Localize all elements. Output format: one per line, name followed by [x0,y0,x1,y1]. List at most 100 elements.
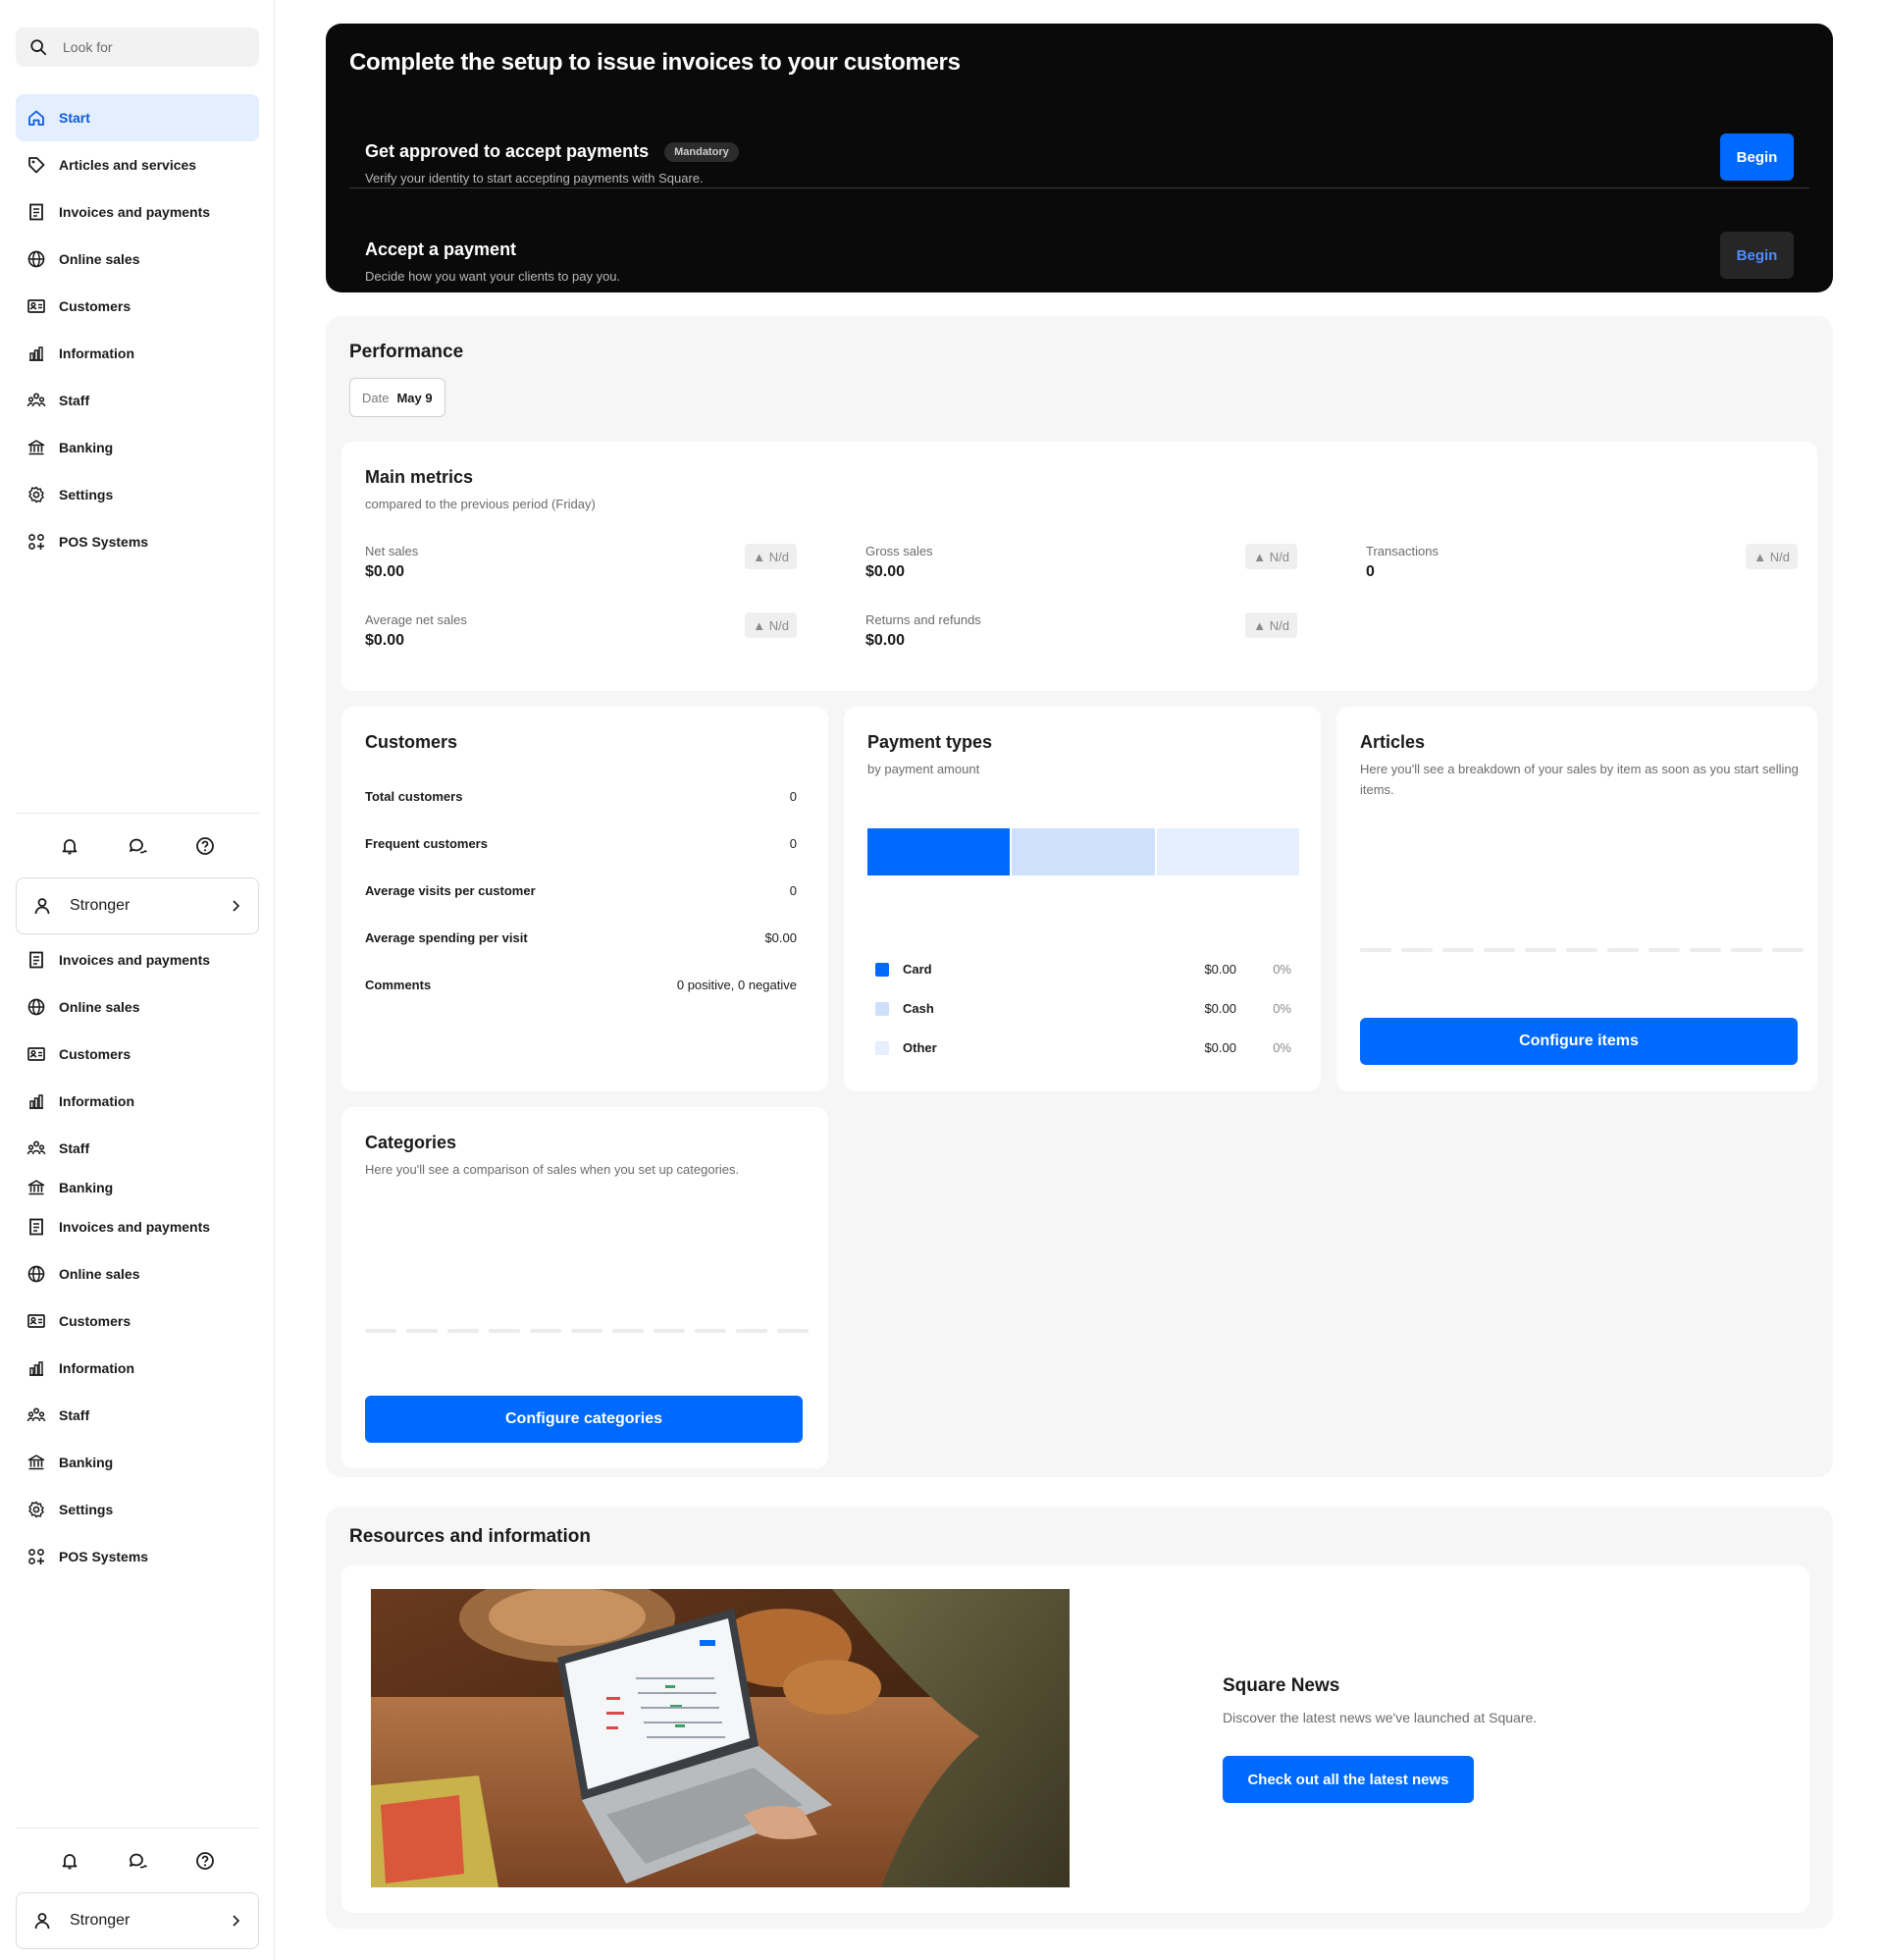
sidebar-utility-row [16,1841,259,1881]
search-placeholder[interactable]: Look for [63,39,113,55]
sidebar-item-online-sales[interactable]: Online sales [16,983,259,1031]
sidebar-item-settings[interactable]: Settings [16,471,259,518]
sidebar-item-settings[interactable]: Settings [16,1486,259,1533]
user-name: Stronger [70,1912,131,1929]
sidebar-item-label: Settings [59,487,114,503]
customer-stat-row: Frequent customers 0 [365,836,797,851]
sidebar-item-label: Information [59,345,134,361]
bank-icon [26,437,47,458]
sidebar-item-label: Staff [59,393,90,408]
chat-icon [130,1853,147,1869]
help-button[interactable] [191,832,219,860]
begin-approval-button[interactable]: Begin [1720,133,1794,181]
legend-swatch [875,1040,889,1055]
legend-percent: 0% [1273,962,1291,977]
stat-value: 0 positive, 0 negative [676,978,797,992]
user-account-button[interactable]: Stronger [16,877,259,934]
setup-step-title: Get approved to accept payments [365,141,650,161]
card-subtitle: Here you'll see a breakdown of your sale… [1360,762,1799,797]
date-filter-label: Date [362,390,390,405]
bank-icon [26,1177,47,1198]
messages-button[interactable] [124,1847,151,1875]
legend-percent: 0% [1273,1040,1291,1055]
bar-segment-card [867,828,1011,875]
bank-icon [26,1452,47,1473]
sidebar-item-banking[interactable]: Banking [16,424,259,471]
card-subtitle: by payment amount [867,762,980,776]
date-filter[interactable]: Date May 9 [349,378,445,417]
sidebar-item-invoices-and-payments[interactable]: Invoices and payments [16,1203,259,1250]
sidebar-item-start[interactable]: Start [16,94,259,141]
sidebar-item-information[interactable]: Information [16,1078,259,1125]
news-card: Square News Discover the latest news we'… [341,1565,1809,1913]
configure-items-button[interactable]: Configure items [1360,1018,1798,1065]
sidebar-item-staff[interactable]: Staff [16,1125,259,1172]
chevron-right-icon [233,1915,240,1927]
sidebar-item-customers[interactable]: Customers [16,283,259,330]
sidebar-item-label: Articles and services [59,157,197,173]
sidebar-item-staff[interactable]: Staff [16,377,259,424]
configure-categories-button[interactable]: Configure categories [365,1396,803,1443]
sidebar-item-label: Invoices and payments [59,1219,211,1235]
sidebar-item-label: Start [59,110,90,126]
search-box[interactable]: Look for [16,27,259,67]
metric-value: $0.00 [865,632,906,649]
help-button[interactable] [191,1847,219,1875]
begin-payment-button[interactable]: Begin [1720,232,1794,279]
card-subtitle: Here you'll see a comparison of sales wh… [365,1162,740,1177]
sidebar-item-label: Online sales [59,999,140,1015]
main-metrics-card: Main metrics compared to the previous pe… [341,442,1817,691]
metric-value: $0.00 [365,632,405,649]
sidebar-item-label: Invoices and payments [59,204,211,220]
metric-label: Net sales [365,544,419,558]
sidebar-item-information[interactable]: Information [16,1345,259,1392]
sidebar-item-label: Banking [59,1455,114,1470]
news-subtitle: Discover the latest news we've launched … [1223,1710,1538,1725]
metric-value: $0.00 [865,563,906,580]
sidebar-item-label: Staff [59,1140,90,1156]
sidebar-nav-primary: Start Articles and services Invoices and p… [16,94,259,565]
user-icon [34,898,50,915]
contact-card-icon [26,1310,47,1332]
metric-label: Gross sales [865,544,933,558]
sidebar-item-customers[interactable]: Customers [16,1031,259,1078]
bar-chart-icon [26,343,47,364]
messages-button[interactable] [124,832,151,860]
news-photo [371,1589,1070,1887]
sidebar-item-label: POS Systems [59,1549,149,1564]
sidebar-item-label: Customers [59,1046,131,1062]
stat-value: 0 [789,883,797,898]
sidebar-item-pos-systems[interactable]: POS Systems [16,518,259,565]
sidebar-item-invoices-and-payments[interactable]: Invoices and payments [16,936,259,983]
user-account-button[interactable]: Stronger [16,1892,259,1949]
setup-step-approval: Get approved to accept payments Mandatory… [349,133,1809,238]
metric-label: Returns and refunds [865,612,981,627]
sidebar-item-invoices-and-payments[interactable]: Invoices and payments [16,188,259,236]
sidebar-nav-repeat-b: Invoices and payments Online sales Custome… [16,1203,259,1580]
setup-banner: Complete the setup to issue invoices to … [326,24,1833,292]
sidebar-item-information[interactable]: Information [16,330,259,377]
sidebar-item-pos-systems[interactable]: POS Systems [16,1533,259,1580]
sidebar-item-online-sales[interactable]: Online sales [16,1250,259,1298]
sidebar-item-online-sales[interactable]: Online sales [16,236,259,283]
notifications-button[interactable] [56,1847,83,1875]
stat-label: Comments [365,978,432,992]
card-title: Main metrics [365,467,474,487]
sidebar-item-customers[interactable]: Customers [16,1298,259,1345]
sidebar-item-banking[interactable]: Banking [16,1172,259,1203]
sidebar-item-label: Invoices and payments [59,952,211,968]
gear-icon [26,484,47,505]
sidebar-item-label: Information [59,1360,134,1376]
home-icon [26,107,47,129]
customer-stat-row: Total customers 0 [365,789,797,804]
notifications-button[interactable] [56,832,83,860]
latest-news-button[interactable]: Check out all the latest news [1223,1756,1474,1803]
sidebar-item-banking[interactable]: Banking [16,1439,259,1486]
empty-chart-placeholder [365,1329,809,1333]
metric-average-net-sales: Average net sales $0.00 ▲ N/d [365,612,797,662]
sidebar-item-articles-and-services[interactable]: Articles and services [16,141,259,188]
people-icon [26,1404,47,1426]
sidebar-item-staff[interactable]: Staff [16,1392,259,1439]
globe-icon [26,1263,47,1285]
news-title: Square News [1223,1675,1340,1696]
